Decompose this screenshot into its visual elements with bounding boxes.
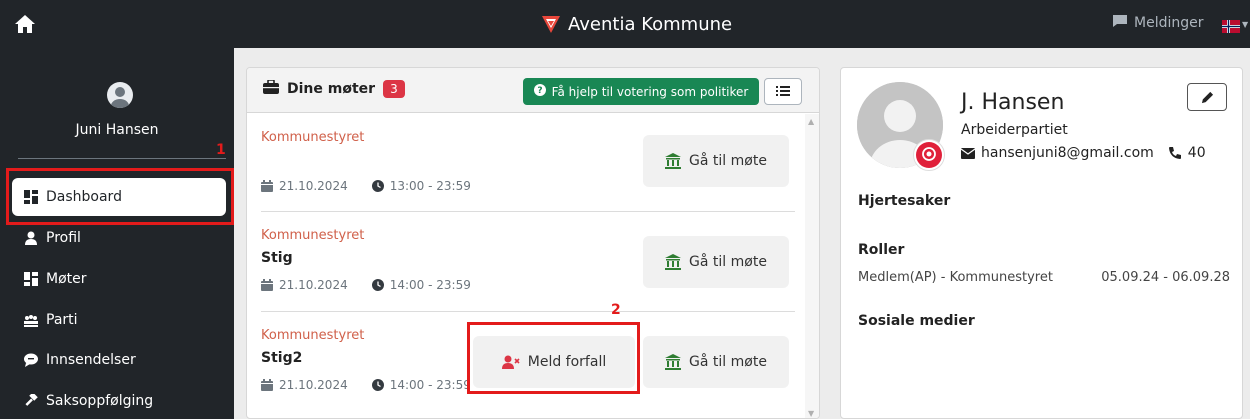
roles-heading: Roller (858, 242, 905, 258)
bank-icon (665, 354, 682, 370)
question-circle-icon: ? (533, 84, 546, 99)
phone-icon (1168, 147, 1181, 159)
meetings-card-header: Dine møter 3 ? Få hjelp til votering som… (247, 68, 819, 113)
goto-meeting-label: Gå til møte (689, 153, 767, 169)
aventia-logo-icon (540, 13, 562, 35)
user-name: Juni Hansen (75, 122, 159, 138)
sidebar-item-label: Innsendelser (46, 352, 136, 368)
meetings-scrollbar[interactable]: ▲ ▼ (805, 114, 819, 418)
sidebar-item-label: Saksoppfølging (46, 393, 154, 409)
annotation-box-2 (467, 322, 640, 394)
social-media-heading: Sosiale medier (858, 313, 975, 329)
annotation-box-1 (6, 168, 234, 225)
meeting-time: 14:00 - 23:59 (389, 278, 471, 292)
edit-profile-button[interactable] (1187, 83, 1227, 111)
profile-name: J. Hansen (961, 90, 1065, 115)
meetings-title: Dine møter 3 (263, 79, 405, 98)
meeting-meta: 21.10.2024 13:00 - 23:59 (261, 179, 471, 193)
calendar-icon (261, 180, 273, 192)
bank-icon (665, 254, 682, 270)
sidebar-divider (18, 158, 226, 159)
sidebar-item-saksoppfolging[interactable]: Saksoppfølging (12, 382, 226, 419)
goto-meeting-label: Gå til møte (689, 354, 767, 370)
svg-text:?: ? (537, 86, 542, 96)
top-navbar: Aventia Kommune Meldinger ▼ (0, 0, 1250, 48)
sidebar-item-label: Profil (46, 230, 81, 246)
meeting-title: Stig (261, 250, 293, 266)
sidebar-item-label: Parti (46, 312, 78, 328)
meetings-count-badge: 3 (383, 80, 405, 98)
chat-icon (1112, 14, 1128, 32)
sidebar-item-moter[interactable]: Møter (12, 260, 226, 298)
app-title: Aventia Kommune (568, 13, 733, 35)
meetings-icon (24, 272, 38, 286)
annotation-marker-2: 2 (611, 302, 621, 318)
user-icon (25, 231, 37, 245)
goto-meeting-button[interactable]: Gå til møte (643, 336, 789, 388)
language-caret-icon[interactable]: ▼ (1242, 20, 1248, 29)
clock-icon (371, 180, 384, 192)
meeting-meta: 21.10.2024 14:00 - 23:59 (261, 378, 471, 392)
briefcase-icon (263, 79, 279, 98)
meetings-title-text: Dine møter (287, 81, 376, 97)
voting-help-button[interactable]: ? Få hjelp til votering som politiker (523, 78, 759, 105)
profile-contact: hansenjuni8@gmail.com 40 (961, 145, 1206, 161)
profile-party: Arbeiderpartiet (961, 122, 1068, 138)
sidebar-item-innsendelser[interactable]: Innsendelser (12, 341, 226, 379)
list-view-button[interactable] (764, 78, 802, 105)
role-row: Medlem(AP) - Kommunestyret 05.09.24 - 06… (858, 270, 1230, 285)
meeting-date: 21.10.2024 (279, 179, 348, 193)
meeting-time: 14:00 - 23:59 (389, 378, 471, 392)
heart-issues-heading: Hjertesaker (858, 193, 951, 209)
goto-meeting-button[interactable]: Gå til møte (643, 135, 789, 187)
pencil-icon (1201, 91, 1213, 103)
calendar-icon (261, 279, 273, 291)
sidebar-item-label: Møter (46, 271, 87, 287)
clock-icon (371, 279, 384, 291)
role-name: Medlem(AP) - Kommunestyret (858, 270, 1053, 285)
meeting-time: 13:00 - 23:59 (389, 179, 471, 193)
sidebar-item-profil[interactable]: Profil (12, 219, 226, 257)
party-icon (24, 315, 38, 327)
meeting-item: Kommunestyret Stig 21.10.2024 14:00 - 23… (261, 212, 795, 312)
sidebar: Juni Hansen 1 Dashboard Profil Møter Par… (0, 48, 234, 419)
annotation-marker-1: 1 (216, 142, 226, 158)
user-avatar[interactable] (107, 82, 133, 108)
meeting-org: Kommunestyret (261, 328, 365, 343)
meeting-meta: 21.10.2024 14:00 - 23:59 (261, 278, 471, 292)
profile-card: J. Hansen Arbeiderpartiet hansenjuni8@gm… (840, 67, 1243, 419)
clock-icon (371, 379, 384, 391)
meeting-org: Kommunestyret (261, 130, 365, 145)
scroll-up-icon[interactable]: ▲ (808, 117, 814, 126)
messages-link[interactable]: Meldinger (1112, 14, 1204, 32)
scroll-down-icon[interactable]: ▼ (808, 409, 814, 418)
goto-meeting-button[interactable]: Gå til møte (643, 236, 789, 288)
profile-email[interactable]: hansenjuni8@gmail.com (981, 145, 1154, 161)
goto-meeting-label: Gå til møte (689, 254, 767, 270)
messages-label: Meldinger (1134, 15, 1204, 31)
envelope-icon (961, 147, 975, 159)
meeting-org: Kommunestyret (261, 228, 365, 243)
meeting-date: 21.10.2024 (279, 278, 348, 292)
profile-phone[interactable]: 40 (1188, 145, 1206, 161)
role-period: 05.09.24 - 06.09.28 (1101, 270, 1230, 285)
meeting-title: Stig2 (261, 350, 303, 366)
app-brand[interactable]: Aventia Kommune (540, 10, 732, 38)
comment-icon (24, 353, 38, 367)
meeting-item: Kommunestyret 21.10.2024 13:00 - 23:59 G… (261, 114, 795, 212)
calendar-icon (261, 379, 273, 391)
party-rose-icon (913, 139, 945, 171)
home-icon[interactable] (14, 14, 36, 34)
bank-icon (665, 153, 682, 169)
meeting-date: 21.10.2024 (279, 378, 348, 392)
list-icon (776, 82, 790, 101)
norway-flag-icon[interactable] (1222, 18, 1240, 33)
sidebar-item-parti[interactable]: Parti (12, 301, 226, 339)
gavel-icon (25, 394, 38, 406)
voting-help-label: Få hjelp til votering som politiker (551, 84, 749, 99)
